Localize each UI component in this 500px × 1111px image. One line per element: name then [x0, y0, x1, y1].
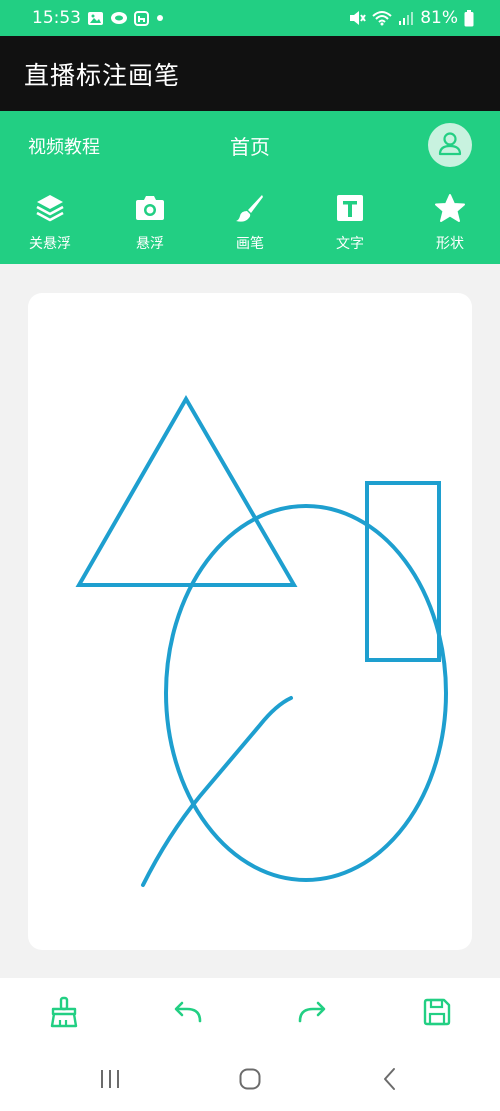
- app-title: 直播标注画笔: [24, 60, 181, 90]
- app-icon: [134, 10, 149, 26]
- layers-icon: [35, 193, 65, 227]
- page-title: 首页: [230, 135, 270, 159]
- canvas-drawing: [75, 395, 448, 887]
- save-icon: [422, 997, 452, 1031]
- drawing-canvas[interactable]: [28, 293, 472, 950]
- app-bar: 视频教程 首页 关悬浮 悬浮 画笔 文字 形状: [0, 111, 500, 264]
- tool-text[interactable]: 文字: [300, 193, 400, 263]
- text-icon: [335, 193, 365, 227]
- tool-label: 悬浮: [136, 236, 164, 252]
- system-navigation-bar: [0, 1050, 500, 1111]
- battery-icon: [464, 9, 474, 27]
- tool-brush[interactable]: 画笔: [200, 193, 300, 263]
- tool-row: 关悬浮 悬浮 画笔 文字 形状: [0, 193, 500, 263]
- tool-label: 关悬浮: [29, 236, 71, 252]
- header-row: 视频教程 首页: [0, 111, 500, 181]
- user-icon: [437, 130, 463, 160]
- tool-label: 文字: [336, 236, 364, 252]
- battery-level: 81%: [420, 8, 458, 28]
- camera-icon: [134, 194, 166, 226]
- drawn-triangle: [75, 395, 298, 587]
- clear-button[interactable]: [46, 996, 82, 1032]
- tool-label: 画笔: [236, 236, 264, 252]
- tool-close-float[interactable]: 关悬浮: [0, 193, 100, 263]
- drawn-ellipse: [164, 504, 448, 882]
- broom-icon: [49, 996, 79, 1032]
- drawn-rectangle: [365, 481, 441, 662]
- back-button[interactable]: [370, 1064, 410, 1098]
- wifi-icon: [372, 10, 392, 26]
- save-button[interactable]: [419, 996, 455, 1032]
- signal-icon: [398, 10, 414, 26]
- status-bar: 15:53 81%: [0, 0, 500, 36]
- bottom-toolbar: [0, 978, 500, 1050]
- star-icon: [434, 193, 466, 227]
- undo-icon: [173, 1000, 203, 1028]
- mute-icon: [348, 10, 367, 26]
- redo-button[interactable]: [294, 996, 330, 1032]
- home-icon: [238, 1067, 262, 1095]
- avatar[interactable]: [428, 123, 472, 167]
- status-time: 15:53: [32, 8, 81, 28]
- tool-float[interactable]: 悬浮: [100, 193, 200, 263]
- tool-label: 形状: [436, 236, 464, 252]
- tool-shape[interactable]: 形状: [400, 193, 500, 263]
- drawn-freehand-line: [141, 696, 293, 887]
- redo-icon: [297, 1000, 327, 1028]
- undo-button[interactable]: [170, 996, 206, 1032]
- image-icon: [87, 11, 104, 26]
- cloud-icon: [110, 11, 128, 25]
- recent-apps-icon: [98, 1068, 122, 1094]
- dot-icon: [155, 13, 165, 23]
- app-title-bar: 直播标注画笔: [0, 36, 500, 111]
- back-icon: [380, 1067, 400, 1095]
- brush-icon: [235, 193, 265, 227]
- home-button[interactable]: [230, 1064, 270, 1098]
- recent-apps-button[interactable]: [90, 1064, 130, 1098]
